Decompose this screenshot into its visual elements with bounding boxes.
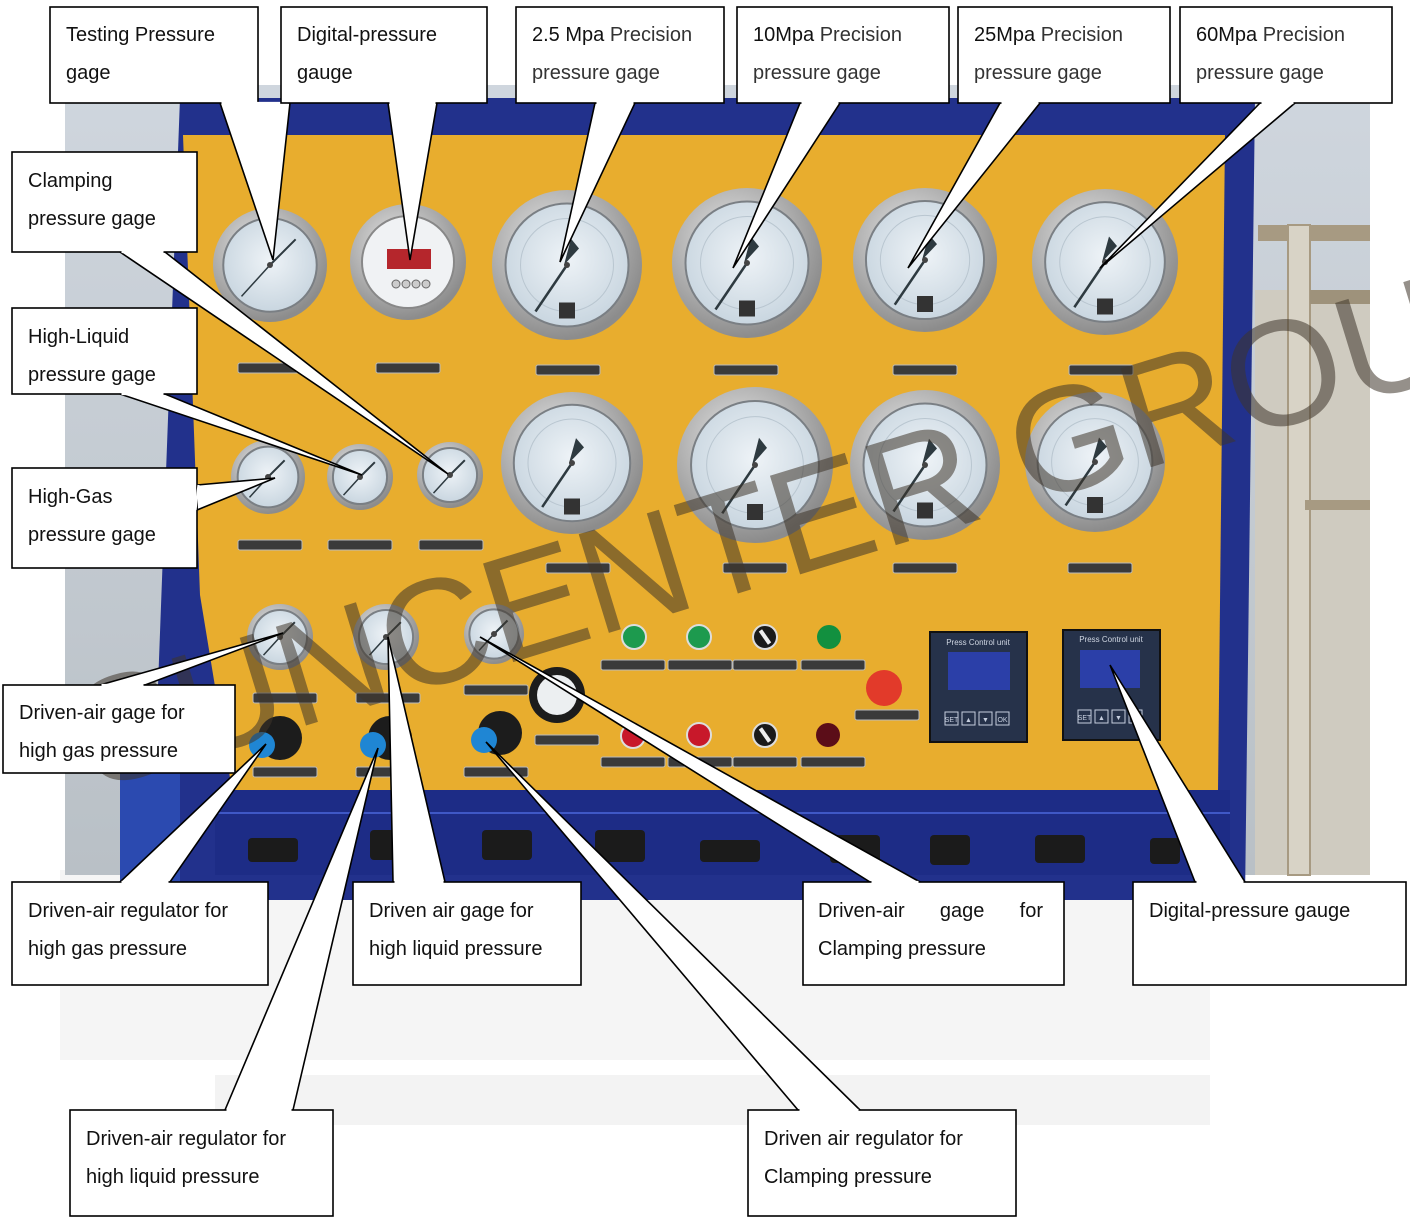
name-plate — [854, 709, 920, 721]
callout-prefix: 2.5 Mpa — [532, 24, 605, 46]
name-plate — [667, 659, 733, 671]
callout-line: pressure gage — [753, 62, 881, 84]
press-control-unit-2-title: Press Control unit — [1079, 635, 1143, 644]
press-control-unit-1: Press Control unit SET ▲ ▼ OK — [929, 631, 1028, 743]
callout-label-high-gas-pressure-gage: High-Gas pressure gage — [28, 478, 156, 554]
name-plate — [375, 362, 441, 374]
name-plate — [600, 756, 666, 768]
callout-label-driven-air-regulator-high-gas: Driven-air regulator for high gas pressur… — [28, 892, 228, 968]
callout-label-digital-pressure-gauge-bottom: Digital-pressure gauge — [1149, 892, 1350, 930]
name-plate — [800, 659, 866, 671]
name-plate — [713, 364, 779, 376]
callout-line: Digital-pressure — [297, 24, 438, 46]
callout-line: high gas pressure — [28, 938, 187, 960]
callout-word: for — [1019, 900, 1043, 922]
control-unit-button-label: SET — [945, 717, 959, 724]
floor-bg-strip — [215, 1075, 1210, 1125]
lcd-screen-2 — [1080, 650, 1140, 688]
callout-line: High-Liquid — [28, 326, 130, 348]
callout-line: High-Gas — [28, 486, 113, 508]
callout-label-driven-air-regulator-high-liquid: Driven-air regulator for high liquid pres… — [86, 1120, 286, 1196]
callout-label-testing-pressure-gage: Testing Pressure gage — [66, 16, 215, 92]
name-plate — [732, 659, 798, 671]
callout-word: Driven-air — [818, 900, 905, 922]
green-indicator-lamp — [817, 625, 841, 649]
callout-label-driven-air-gage-high-liquid: Driven air gage for high liquid pressure — [369, 892, 542, 968]
callout-label-clamping-pressure-gage: Clamping pressure gage — [28, 162, 156, 238]
high-liquid-gauge — [327, 444, 393, 510]
callout-suffix: Precision — [819, 24, 902, 46]
control-unit-button-label: ▼ — [982, 717, 989, 724]
callout-label-high-liquid-pressure-gage: High-Liquid pressure gage — [28, 318, 156, 394]
lcd-screen-1 — [948, 652, 1010, 690]
callout-line: pressure gage — [1196, 62, 1324, 84]
control-unit-button-label: ▲ — [1098, 715, 1105, 722]
callout-line: high liquid pressure — [369, 938, 543, 960]
callout-label-precision-10mpa: 10Mpa Precision pressure gage — [753, 16, 902, 92]
control-unit-button-label: OK — [997, 717, 1007, 724]
callout-word: gage — [939, 900, 985, 922]
callout-line: pressure gage — [532, 62, 660, 84]
name-plate — [327, 539, 393, 551]
emergency-stop-button[interactable] — [866, 670, 902, 706]
callout-line: 25Mpa Precision — [974, 16, 1123, 54]
name-plate — [892, 364, 958, 376]
callout-label-driven-air-regulator-clamping: Driven air regulator for Clamping pressur… — [764, 1120, 963, 1196]
callout-line: Driven-air regulator for — [28, 900, 229, 922]
callout-suffix: Precision — [1040, 24, 1123, 46]
callout-label-precision-60mpa: 60Mpa Precision pressure gage — [1196, 16, 1345, 92]
callout-prefix: 25Mpa — [974, 24, 1036, 46]
name-plate — [534, 734, 600, 746]
callout-line: 60Mpa Precision — [1196, 16, 1345, 54]
callout-line: pressure gage — [28, 524, 156, 546]
control-unit-button-label: SET — [1078, 715, 1092, 722]
buzzer — [816, 723, 840, 747]
name-plate — [535, 364, 601, 376]
callout-line: pressure gage — [28, 208, 156, 230]
callout-line: 2.5 Mpa Precision — [532, 16, 692, 54]
name-plate — [1067, 562, 1133, 574]
precision-gauge-25mpa — [853, 188, 997, 332]
name-plate — [800, 756, 866, 768]
callout-label-driven-air-gage-clamping: Driven-air gage for Clamping pressure — [818, 892, 1043, 968]
callout-label-precision-25mpa: 25Mpa Precision pressure gage — [974, 16, 1123, 92]
callout-line: high gas pressure — [19, 740, 178, 762]
callout-line: gage — [66, 62, 111, 84]
callout-line: Clamping pressure — [764, 1166, 932, 1188]
callout-line: 10Mpa Precision — [753, 16, 902, 54]
callout-suffix: Precision — [1262, 24, 1345, 46]
precision-gauge-10mpa — [672, 188, 822, 338]
callout-line: Driven air regulator for — [764, 1128, 963, 1150]
callout-line: gauge — [297, 62, 353, 84]
control-unit-button-label: ▲ — [965, 717, 972, 724]
callout-line: Clamping — [28, 170, 113, 192]
callout-prefix: 60Mpa — [1196, 24, 1258, 46]
red-button-2[interactable] — [686, 722, 712, 748]
callout-line: Testing Pressure — [66, 24, 215, 46]
callout-line: pressure gage — [974, 62, 1102, 84]
callout-label-precision-2-5mpa: 2.5 Mpa Precision pressure gage — [532, 16, 692, 92]
name-plate — [237, 539, 303, 551]
callout-line: Driven-air gage for — [19, 702, 185, 724]
callout-label-digital-pressure-gauge-top: Digital-pressure gauge — [297, 16, 437, 92]
callout-suffix: Precision — [609, 24, 693, 46]
callout-line: high liquid pressure — [86, 1166, 260, 1188]
callout-line: Driven-air regulator for — [86, 1128, 287, 1150]
callout-line: Digital-pressure gauge — [1149, 900, 1351, 922]
press-control-unit-1-title: Press Control unit — [946, 638, 1010, 647]
annotated-panel-diagram: Press Control unit SET ▲ ▼ OK Press Control… — [0, 0, 1410, 1230]
callout-line: Driven air gage for — [369, 900, 534, 922]
name-plate — [732, 756, 798, 768]
callout-line: Clamping pressure — [818, 938, 986, 960]
callout-prefix: 10Mpa — [753, 24, 815, 46]
precision-gauge-2-5mpa — [492, 190, 642, 340]
clamping-gauge — [417, 442, 483, 508]
callout-label-driven-air-gage-high-gas: Driven-air gage for high gas pressure — [19, 694, 185, 770]
callout-line: pressure gage — [28, 364, 156, 386]
control-unit-button-label: ▼ — [1115, 715, 1122, 722]
